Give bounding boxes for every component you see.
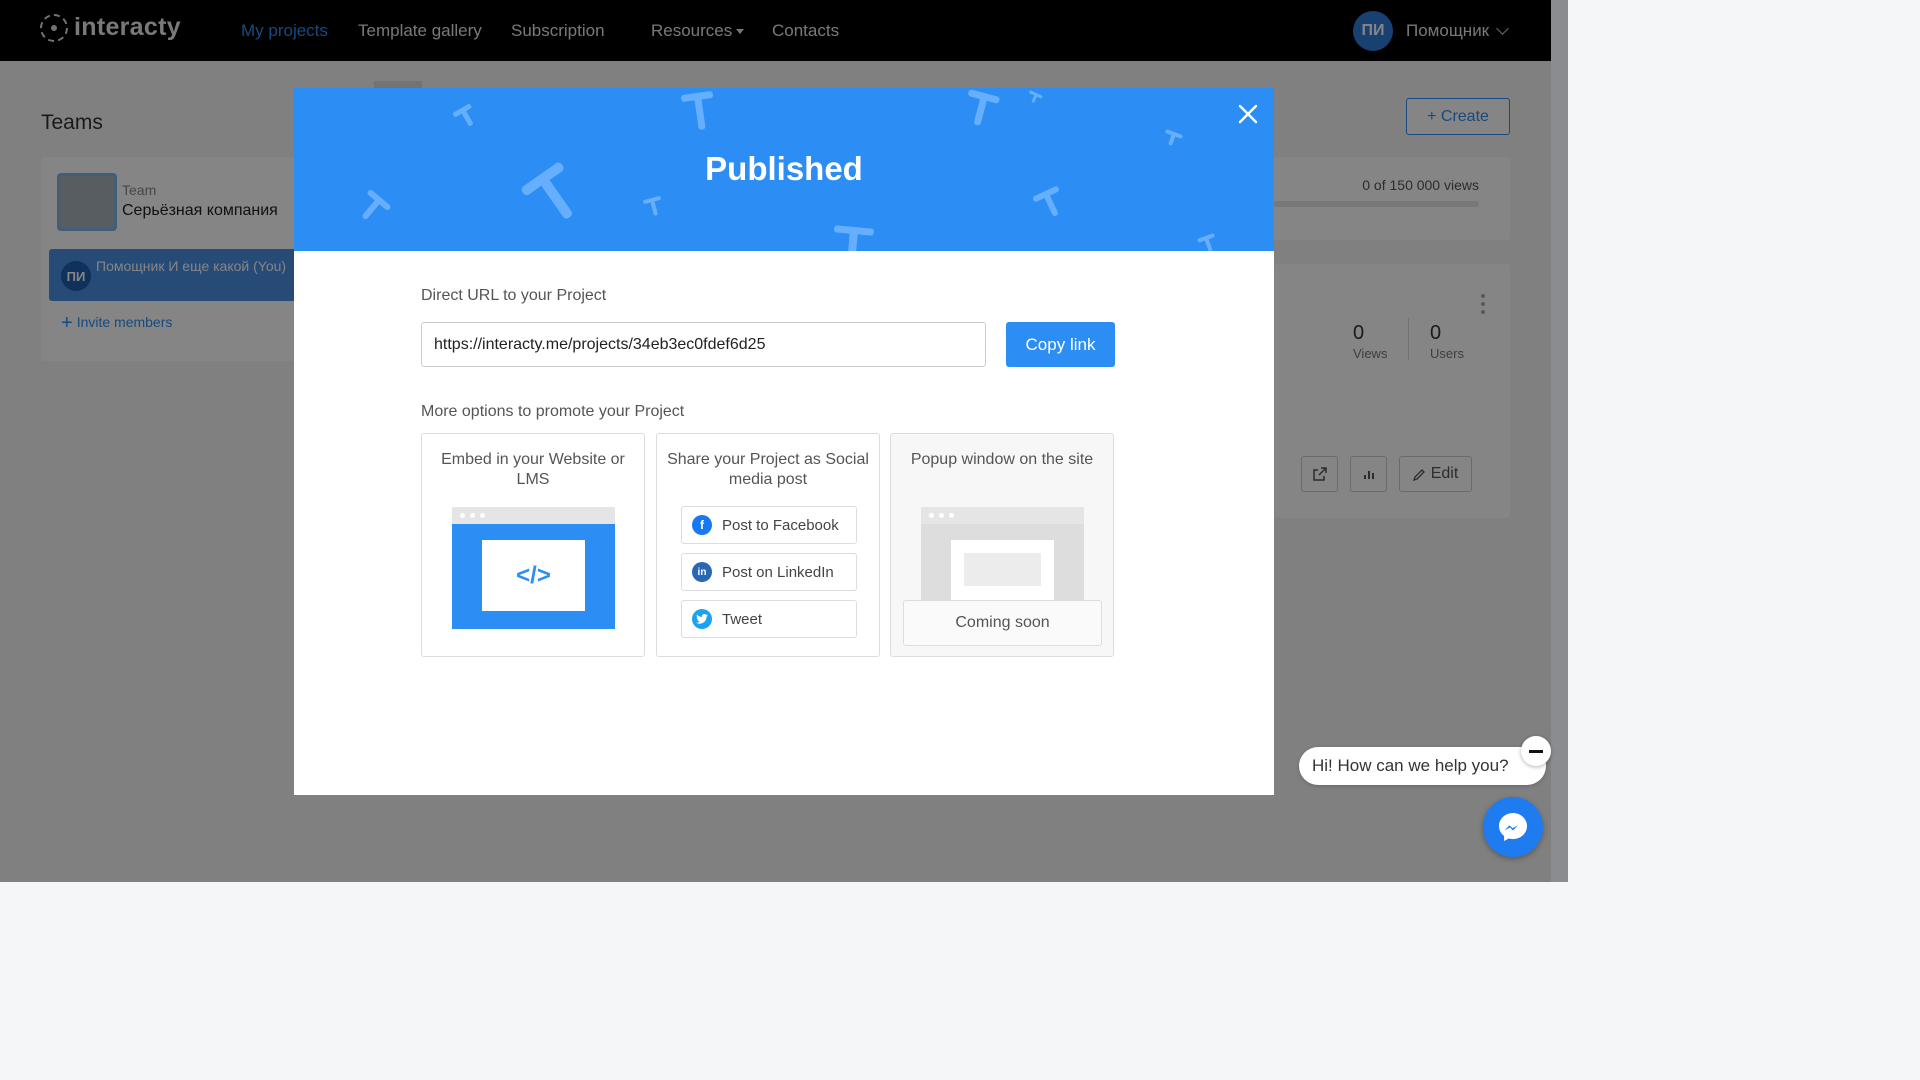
messenger-icon bbox=[1499, 813, 1527, 841]
coming-soon-badge: Coming soon bbox=[903, 600, 1102, 646]
minimize-icon[interactable] bbox=[1521, 736, 1551, 766]
browser-top-bar bbox=[921, 507, 1084, 524]
popup-option-card: Popup window on the site Coming soon bbox=[890, 433, 1114, 657]
embed-illustration: </> bbox=[452, 507, 615, 629]
twitter-icon bbox=[692, 609, 712, 629]
facebook-icon: f bbox=[692, 515, 712, 535]
share-option-title: Share your Project as Social media post bbox=[667, 451, 869, 488]
post-to-facebook-button[interactable]: f Post to Facebook bbox=[681, 506, 857, 544]
embed-option-card[interactable]: Embed in your Website or LMS </> bbox=[421, 433, 645, 657]
code-icon: </> bbox=[482, 540, 585, 611]
modal-header: Published bbox=[294, 88, 1274, 251]
share-option-card: Share your Project as Social media post … bbox=[656, 433, 880, 657]
messenger-chat-button[interactable] bbox=[1483, 797, 1543, 857]
embed-body: </> bbox=[452, 524, 615, 629]
facebook-label: Post to Facebook bbox=[722, 516, 839, 534]
url-label: Direct URL to your Project bbox=[421, 287, 607, 304]
linkedin-icon: in bbox=[692, 562, 712, 582]
more-options-label: More options to promote your Project bbox=[421, 403, 685, 420]
close-icon[interactable] bbox=[1236, 102, 1260, 126]
popup-option-title: Popup window on the site bbox=[910, 451, 1094, 468]
tweet-label: Tweet bbox=[722, 610, 763, 628]
page-scrollbar[interactable] bbox=[1551, 0, 1568, 882]
tweet-button[interactable]: Tweet bbox=[681, 600, 857, 638]
project-url-input[interactable] bbox=[421, 322, 986, 367]
linkedin-label: Post on LinkedIn bbox=[722, 563, 834, 581]
copy-link-button[interactable]: Copy link bbox=[1006, 322, 1115, 367]
browser-top-bar bbox=[452, 507, 615, 524]
published-modal: Published Direct URL to your Project Cop… bbox=[294, 88, 1274, 795]
modal-title: Published bbox=[705, 150, 863, 187]
post-on-linkedin-button[interactable]: in Post on LinkedIn bbox=[681, 553, 857, 591]
embed-option-title: Embed in your Website or LMS bbox=[441, 451, 625, 488]
chat-greeting-bubble[interactable]: Hi! How can we help you? bbox=[1299, 747, 1546, 785]
